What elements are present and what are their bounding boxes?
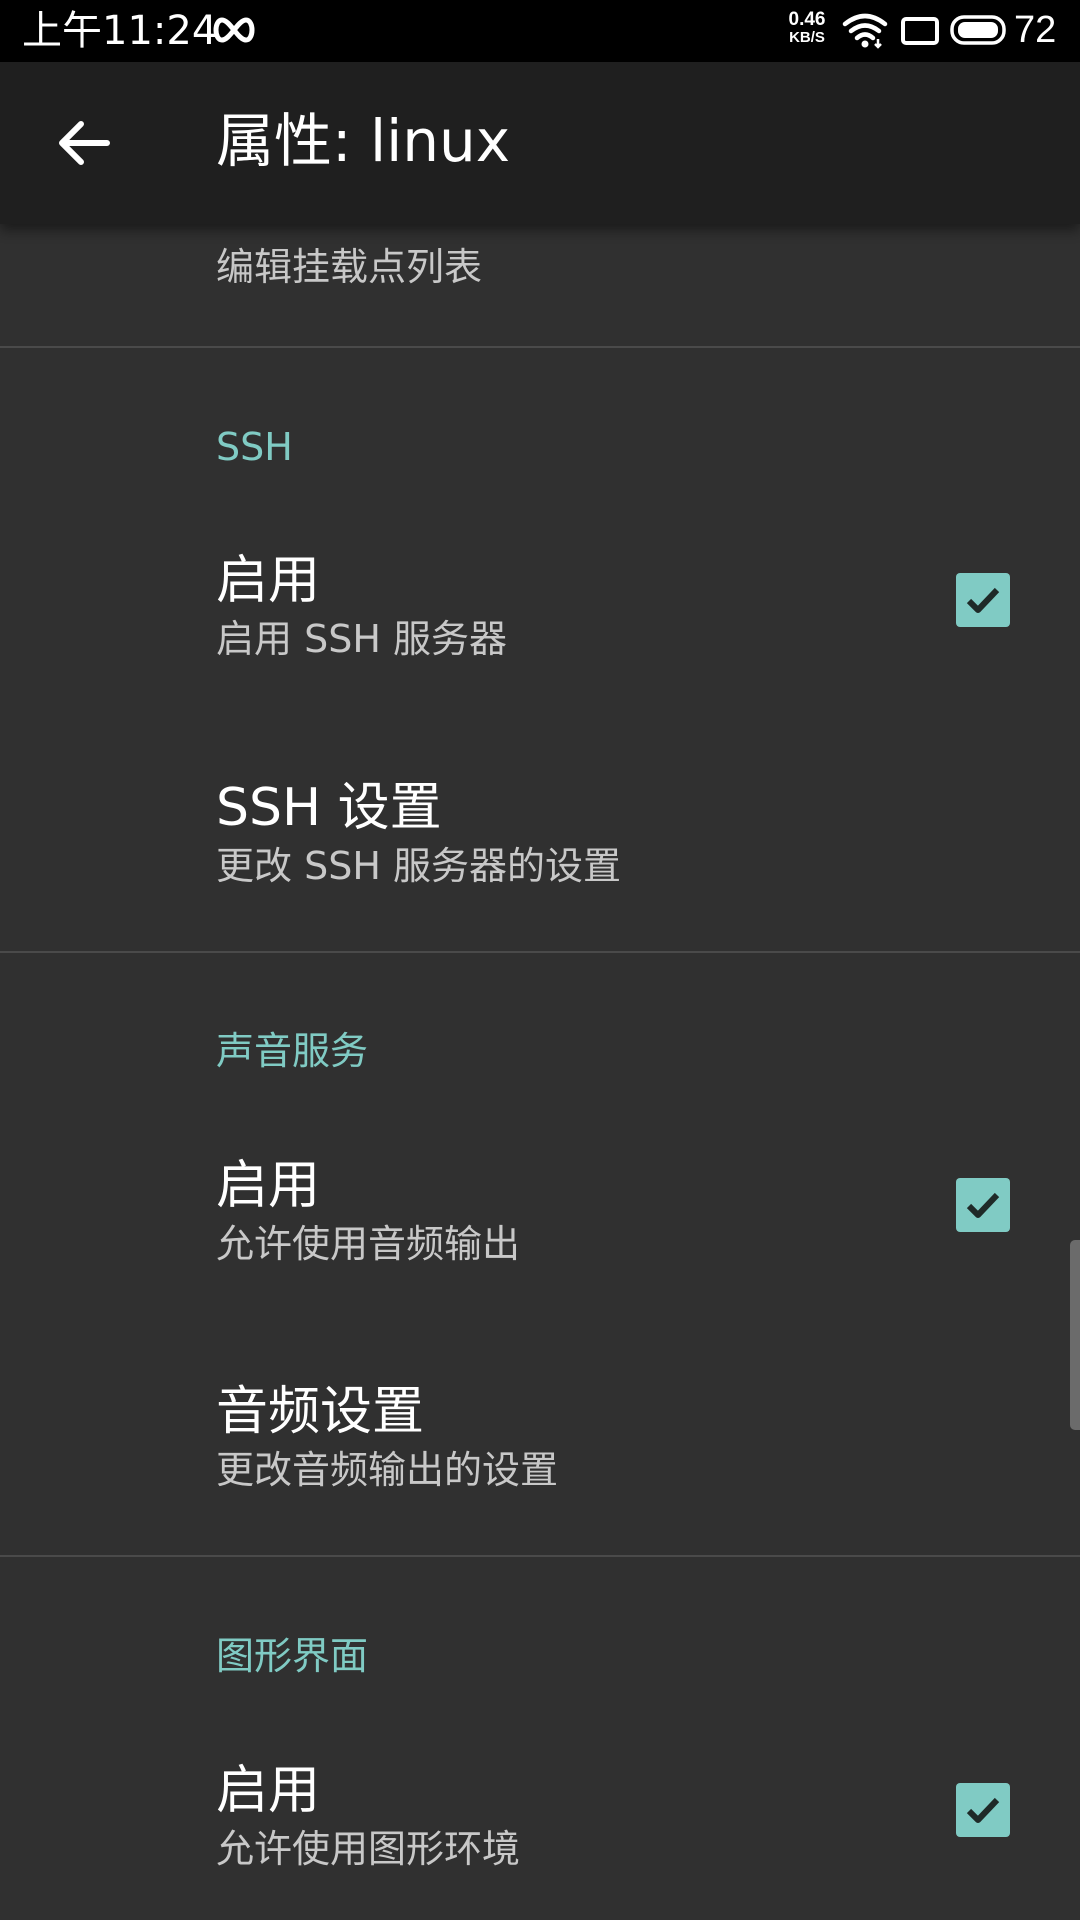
settings-screen: 上午11:24 0.46 KB/S 72 属性: linux 编辑挂载点列表 S… [0, 0, 1080, 1920]
pref-summary: 更改音频输出的设置 [216, 1448, 559, 1492]
pref-gui-enable[interactable]: 启用 允许使用图形环境 [0, 1760, 1080, 1920]
back-button[interactable] [44, 108, 124, 178]
pref-title: 启用 [216, 1156, 321, 1216]
wifi-icon [842, 13, 888, 49]
network-speed-value: 0.46 [788, 9, 826, 30]
network-speed-unit: KB/S [789, 29, 825, 46]
infinity-icon [213, 17, 255, 43]
mount-points-summary[interactable]: 编辑挂载点列表 [216, 244, 482, 290]
preference-list[interactable]: 编辑挂载点列表 SSH 启用 启用 SSH 服务器 SSH 设置 更改 SSH … [0, 224, 1080, 1920]
pref-summary: 启用 SSH 服务器 [216, 617, 507, 661]
divider [0, 951, 1080, 953]
divider [0, 346, 1080, 348]
app-bar: 属性: linux [0, 62, 1080, 224]
pref-summary: 允许使用音频输出 [216, 1222, 521, 1266]
arrow-back-icon [59, 121, 110, 165]
battery-icon [950, 15, 1006, 45]
pref-summary: 更改 SSH 服务器的设置 [216, 844, 621, 888]
category-ssh: SSH [216, 425, 293, 469]
page-title: 属性: linux [216, 107, 511, 175]
pref-summary: 允许使用图形环境 [216, 1827, 521, 1871]
pref-audio-settings[interactable]: 音频设置 更改音频输出的设置 [0, 1381, 1080, 1591]
check-icon [966, 1192, 1000, 1218]
category-gui: 图形界面 [216, 1634, 369, 1678]
status-bar: 上午11:24 0.46 KB/S 72 [0, 0, 1080, 62]
pref-ssh-enable[interactable]: 启用 启用 SSH 服务器 [0, 550, 1080, 760]
network-speed: 0.46 KB/S [782, 10, 832, 46]
check-icon [966, 1797, 1000, 1823]
pref-audio-enable[interactable]: 启用 允许使用音频输出 [0, 1155, 1080, 1365]
status-time: 上午11:24 [22, 8, 218, 54]
pref-title: 启用 [216, 1761, 321, 1821]
pref-title: 启用 [216, 551, 321, 611]
category-audio: 声音服务 [216, 1029, 369, 1073]
audio-enable-checkbox[interactable] [956, 1178, 1010, 1232]
divider [0, 1555, 1080, 1557]
battery-level: 72 [1014, 9, 1057, 51]
pref-title: SSH 设置 [216, 778, 442, 838]
screen-icon [901, 17, 939, 45]
gui-enable-checkbox[interactable] [956, 1783, 1010, 1837]
ssh-enable-checkbox[interactable] [956, 573, 1010, 627]
pref-title: 音频设置 [216, 1382, 425, 1442]
check-icon [966, 587, 1000, 613]
scrollbar-thumb[interactable] [1070, 1240, 1080, 1430]
pref-ssh-settings[interactable]: SSH 设置 更改 SSH 服务器的设置 [0, 777, 1080, 987]
